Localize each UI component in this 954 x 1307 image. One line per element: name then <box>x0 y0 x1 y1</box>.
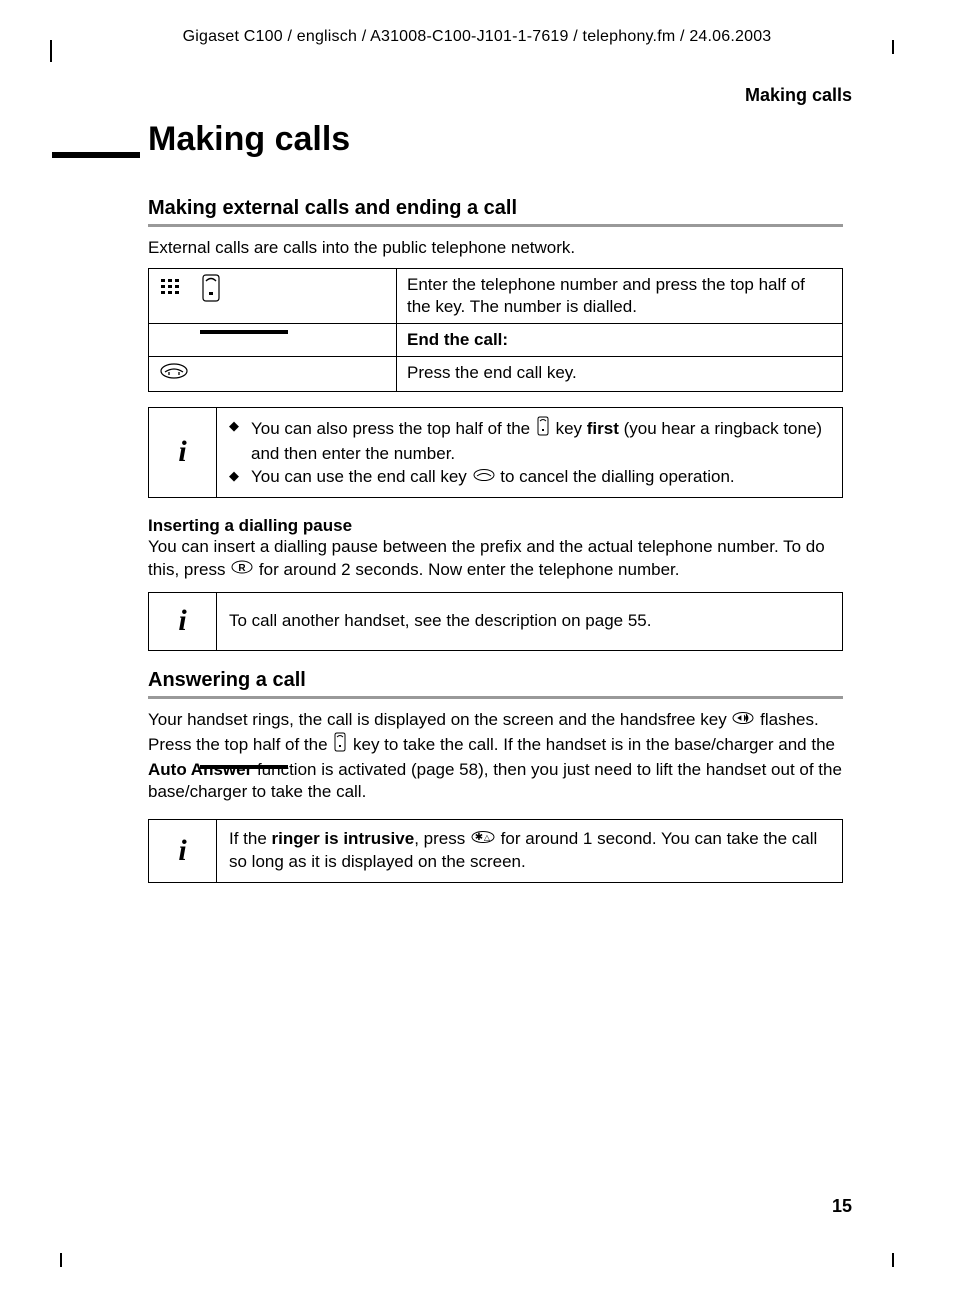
pause-heading: Inserting a dialling pause <box>148 516 843 536</box>
svg-text:R: R <box>239 563 247 574</box>
talk-key-icon <box>535 416 551 443</box>
info-box-3: i If the ringer is intrusive, press ✱△ f… <box>148 819 843 883</box>
info3-text: If the ringer is intrusive, press ✱△ for… <box>217 820 843 883</box>
info-icon: i <box>149 408 217 498</box>
star-key-icon: ✱△ <box>470 828 496 851</box>
r-key-icon: R <box>230 559 254 582</box>
section-heading-answering: Answering a call <box>148 669 843 692</box>
speaker-key-icon <box>731 709 755 732</box>
doc-header: Gigaset C100 / englisch / A31008-C100-J1… <box>0 28 954 46</box>
info-icon: i <box>149 820 217 883</box>
info1-bullet2: You can use the end call key to cancel t… <box>229 466 830 489</box>
info2-text: To call another handset, see the descrip… <box>217 593 843 651</box>
svg-text:✱: ✱ <box>475 832 483 843</box>
intro-text: External calls are calls into the public… <box>148 237 843 260</box>
pause-text: You can insert a dialling pause between … <box>148 536 843 582</box>
running-head: Making calls <box>745 85 852 106</box>
end-call-key-icon <box>159 362 189 386</box>
page-number: 15 <box>832 1196 852 1217</box>
step-row-3: Press the end call key. <box>397 357 843 392</box>
section-heading-external: Making external calls and ending a call <box>148 197 843 220</box>
info-box-2: i To call another handset, see the descr… <box>148 592 843 651</box>
talk-key-icon <box>199 274 223 308</box>
answering-para: Your handset rings, the call is displaye… <box>148 709 843 805</box>
chapter-title: Making calls <box>148 120 843 159</box>
info-icon: i <box>149 593 217 651</box>
step-row-1: Enter the telephone number and press the… <box>397 268 843 323</box>
step-row-2-label: End the call: <box>397 324 843 357</box>
talk-key-icon <box>332 732 348 759</box>
end-call-key-icon <box>472 466 496 489</box>
svg-text:△: △ <box>484 833 491 842</box>
keypad-icon <box>159 277 185 305</box>
info-box-1: i You can also press the top half of the… <box>148 407 843 498</box>
info1-bullet1: You can also press the top half of the k… <box>229 416 830 466</box>
